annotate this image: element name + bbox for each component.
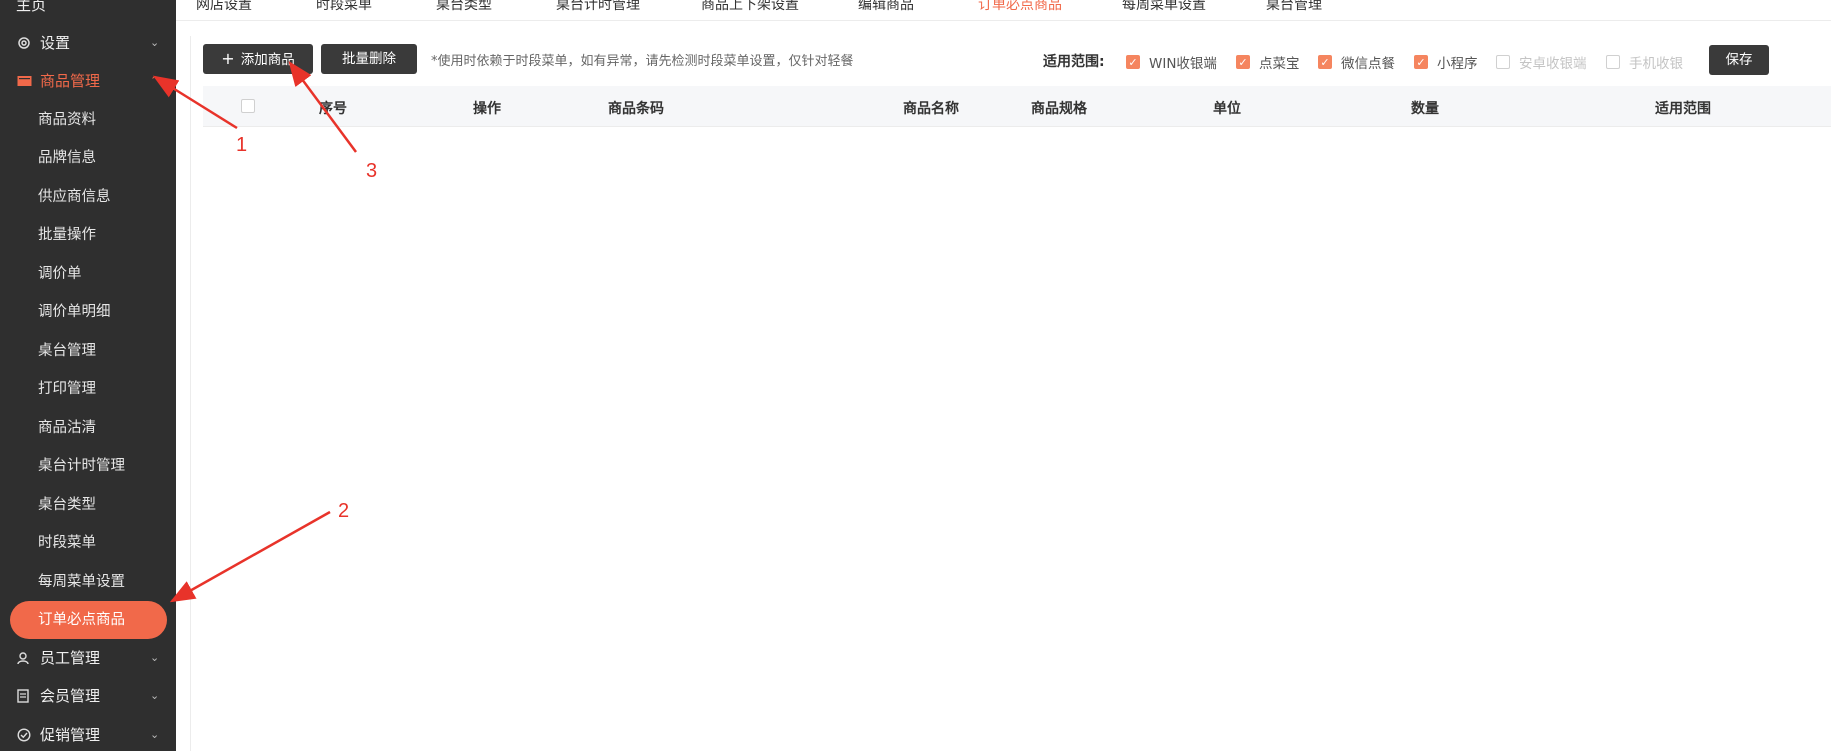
column-header: 单位	[1213, 101, 1241, 117]
column-header: 数量	[1411, 101, 1439, 117]
gear-icon	[16, 35, 32, 51]
add-product-label: 添加商品	[240, 52, 295, 68]
column-header: 商品条码	[608, 101, 664, 117]
sidebar-item-print-mgmt[interactable]: 打印管理	[38, 370, 96, 408]
usage-hint: *使用时依赖于时段菜单，如有异常，请先检测时段菜单设置，仅针对轻餐	[431, 54, 854, 69]
annotation-number-2: 2	[338, 500, 350, 522]
sidebar-item-table-mgmt[interactable]: 桌台管理	[38, 332, 96, 370]
sidebar-item-table-type[interactable]: 桌台类型	[38, 486, 96, 524]
tab-bar: 网店设置 时段菜单 桌台类型 桌台计时管理 商品上下架设置 编辑商品 订单必点商…	[176, 0, 1831, 21]
scope-checkbox-win[interactable]: ✓ WIN收银端	[1126, 52, 1217, 72]
sidebar-item-staff-mgmt[interactable]: 员工管理 ⌄	[16, 639, 166, 677]
checkbox-checked-icon: ✓	[1318, 55, 1332, 69]
tab-weekly-menu[interactable]: 每周菜单设置	[1122, 0, 1206, 14]
sidebar-item-home[interactable]: 主页	[16, 0, 46, 24]
sidebar-item-supplier-info[interactable]: 供应商信息	[38, 178, 111, 216]
product-icon	[16, 73, 32, 89]
column-header: 序号	[319, 101, 347, 117]
checkbox-label: 微信点餐	[1341, 56, 1395, 72]
column-header: 商品名称	[903, 101, 959, 117]
sidebar-item-label: 员工管理	[40, 649, 101, 667]
checkbox-label: WIN收银端	[1149, 56, 1217, 72]
sidebar-item-product-info[interactable]: 商品资料	[38, 101, 96, 139]
tab-store-settings[interactable]: 网店设置	[196, 0, 252, 14]
scope-checkbox-diancaibao[interactable]: ✓ 点菜宝	[1236, 52, 1300, 72]
checkbox-label: 小程序	[1437, 56, 1478, 72]
tab-period-menu[interactable]: 时段菜单	[316, 0, 372, 14]
sidebar-item-batch-ops[interactable]: 批量操作	[38, 216, 96, 254]
sidebar-item-required-products[interactable]: 订单必点商品	[10, 601, 167, 639]
sidebar-item-label: 促销管理	[40, 726, 101, 744]
checkbox-label: 点菜宝	[1259, 56, 1300, 72]
tab-required-products[interactable]: 订单必点商品	[978, 0, 1062, 14]
checkbox-label: 安卓收银端	[1519, 56, 1587, 72]
sidebar-item-product-mgmt[interactable]: 商品管理 ⌃	[16, 62, 166, 100]
chevron-down-icon: ⌄	[150, 689, 160, 702]
add-product-button[interactable]: + 添加商品	[203, 44, 313, 74]
annotation-number-1: 1	[236, 134, 248, 156]
checkbox-unchecked-icon	[1606, 55, 1620, 69]
sidebar-item-promo-mgmt[interactable]: 促销管理 ⌄	[16, 716, 166, 754]
sidebar-item-price-adjust-detail[interactable]: 调价单明细	[38, 293, 111, 331]
tab-edit-product[interactable]: 编辑商品	[858, 0, 914, 14]
column-header: 适用范围	[1655, 101, 1711, 117]
sidebar-item-period-menu[interactable]: 时段菜单	[38, 524, 96, 562]
sidebar-item-member-mgmt[interactable]: 会员管理 ⌄	[16, 677, 166, 715]
tab-shelf-settings[interactable]: 商品上下架设置	[701, 0, 799, 14]
column-header: 操作	[473, 101, 501, 117]
scope-checkbox-wechat[interactable]: ✓ 微信点餐	[1318, 52, 1395, 72]
checkbox-checked-icon: ✓	[1236, 55, 1250, 69]
user-icon	[16, 650, 32, 666]
chevron-down-icon: ⌄	[150, 651, 160, 664]
content-panel: + 添加商品 批量删除 *使用时依赖于时段菜单，如有异常，请先检测时段菜单设置，仅…	[190, 36, 1831, 751]
chevron-down-icon: ⌄	[150, 728, 160, 741]
table-header: 序号 操作 商品条码 商品名称 商品规格 单位 数量 适用范围	[203, 86, 1831, 127]
tab-table-type[interactable]: 桌台类型	[436, 0, 492, 14]
sidebar-item-label: 设置	[40, 34, 71, 52]
chevron-up-icon: ⌃	[150, 74, 160, 87]
checkbox-checked-icon: ✓	[1126, 55, 1140, 69]
check-circle-icon	[16, 727, 32, 743]
sidebar-item-price-adjust[interactable]: 调价单	[38, 255, 82, 293]
sidebar: 主页 设置 ⌄ 商品管理 ⌃ 商品资料 品牌信息 供应商信息 批量操作 调价单 …	[0, 0, 176, 751]
annotation-number-3: 3	[366, 160, 378, 182]
checkbox-label: 手机收银	[1629, 56, 1683, 72]
sidebar-item-label: 主页	[16, 0, 47, 14]
sidebar-item-sold-out[interactable]: 商品沽清	[38, 409, 96, 447]
checkbox-unchecked-icon	[1496, 55, 1510, 69]
scope-checkbox-android[interactable]: 安卓收银端	[1496, 52, 1587, 72]
checkbox-checked-icon: ✓	[1414, 55, 1428, 69]
select-all-checkbox[interactable]	[241, 99, 255, 113]
chevron-down-icon: ⌄	[150, 36, 160, 49]
tab-table-mgmt[interactable]: 桌台管理	[1266, 0, 1322, 14]
scope-label: 适用范围:	[1043, 54, 1105, 70]
scope-checkbox-miniprogram[interactable]: ✓ 小程序	[1414, 52, 1478, 72]
scope-checkbox-mobile[interactable]: 手机收银	[1606, 52, 1683, 72]
sidebar-item-brand-info[interactable]: 品牌信息	[38, 139, 96, 177]
sidebar-item-weekly-menu[interactable]: 每周菜单设置	[38, 563, 125, 601]
batch-delete-button[interactable]: 批量删除	[321, 44, 417, 74]
sidebar-item-label: 会员管理	[40, 687, 101, 705]
plus-icon: +	[221, 49, 235, 68]
column-header: 商品规格	[1031, 101, 1087, 117]
tab-table-timing[interactable]: 桌台计时管理	[556, 0, 640, 14]
sidebar-item-settings[interactable]: 设置 ⌄	[16, 24, 166, 62]
sidebar-item-table-timing[interactable]: 桌台计时管理	[38, 447, 125, 485]
member-icon	[16, 688, 32, 704]
save-button[interactable]: 保存	[1709, 45, 1769, 75]
sidebar-item-label: 商品管理	[40, 72, 101, 90]
